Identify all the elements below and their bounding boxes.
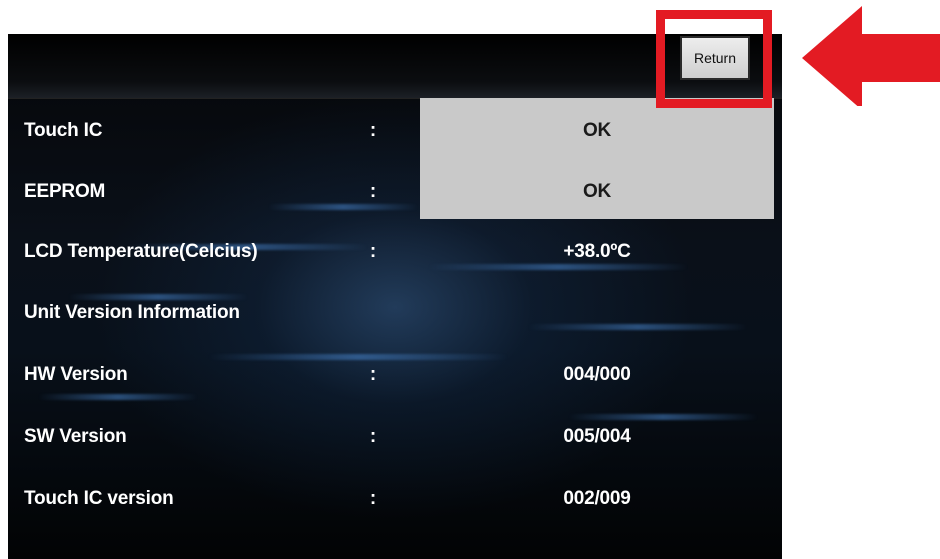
row-value: 005/004 [563, 426, 631, 447]
status-row-lcd-temperature: LCD Temperature(Celcius) : +38.0ºC [8, 232, 782, 272]
row-colon: : [369, 241, 377, 262]
row-colon: : [369, 181, 377, 202]
row-label: LCD Temperature(Celcius) [24, 241, 258, 262]
row-label: Touch IC [24, 120, 103, 141]
status-row-touch-ic-version: Touch IC version : 002/009 [8, 479, 782, 519]
section-heading-unit-version: Unit Version Information [8, 293, 782, 333]
row-value: 002/009 [563, 488, 631, 509]
status-row-sw-version: SW Version : 005/004 [8, 417, 782, 457]
row-value: 004/000 [563, 364, 631, 385]
row-value: +38.0ºC [563, 241, 631, 262]
row-colon: : [369, 488, 377, 509]
row-label: HW Version [24, 364, 128, 385]
row-value: OK [582, 120, 612, 141]
row-label: EEPROM [24, 181, 106, 202]
row-value: OK [582, 181, 612, 202]
status-row-touch-ic: Touch IC : OK [8, 111, 782, 151]
status-row-eeprom: EEPROM : OK [8, 172, 782, 212]
row-label: Touch IC version [24, 488, 174, 509]
return-button[interactable]: Return [680, 36, 750, 80]
row-label: SW Version [24, 426, 127, 447]
diagnostic-page: Touch IC : OK EEPROM : OK LCD Temperatur… [0, 0, 940, 559]
row-colon: : [369, 364, 377, 385]
row-colon: : [369, 426, 377, 447]
row-colon: : [369, 120, 377, 141]
status-row-hw-version: HW Version : 004/000 [8, 355, 782, 395]
display-screen: Touch IC : OK EEPROM : OK LCD Temperatur… [8, 34, 782, 559]
left-arrow-icon [800, 6, 940, 110]
section-heading: Unit Version Information [24, 302, 240, 323]
